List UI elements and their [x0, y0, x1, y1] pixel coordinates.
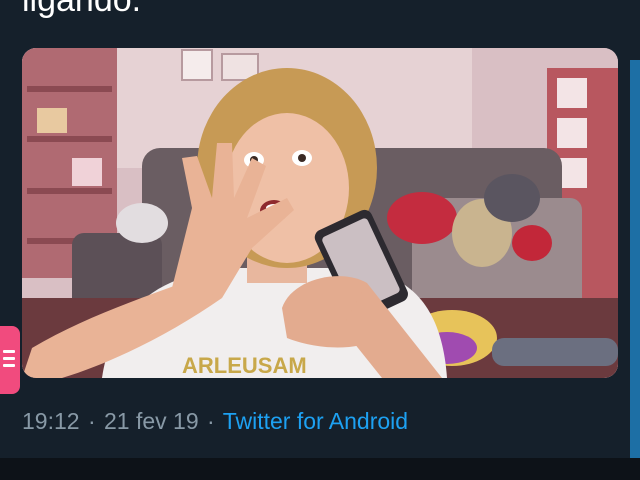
- tweet-date: 21 fev 19: [104, 408, 199, 434]
- floating-menu-button[interactable]: [0, 326, 20, 394]
- tweet-time: 19:12: [22, 408, 80, 434]
- meta-separator-2: ·: [207, 408, 215, 434]
- photo-image: ARLEUSAM: [22, 48, 618, 378]
- tweet-text: ligando.: [22, 0, 142, 19]
- tweet-detail-screen: ligando. ARLEUSAM 19:12 · 21 fev 19 · Tw…: [0, 0, 640, 480]
- menu-icon: [3, 350, 15, 367]
- tweet-photo[interactable]: ARLEUSAM: [22, 48, 618, 378]
- svg-text:ARLEUSAM: ARLEUSAM: [182, 353, 307, 378]
- tweet-meta: 19:12 · 21 fev 19 · Twitter for Android: [22, 406, 408, 436]
- tweet-source-link[interactable]: Twitter for Android: [223, 408, 408, 434]
- right-edge-panel: [630, 60, 640, 460]
- meta-separator: ·: [87, 408, 96, 434]
- bottom-navigation-bar: [0, 458, 640, 480]
